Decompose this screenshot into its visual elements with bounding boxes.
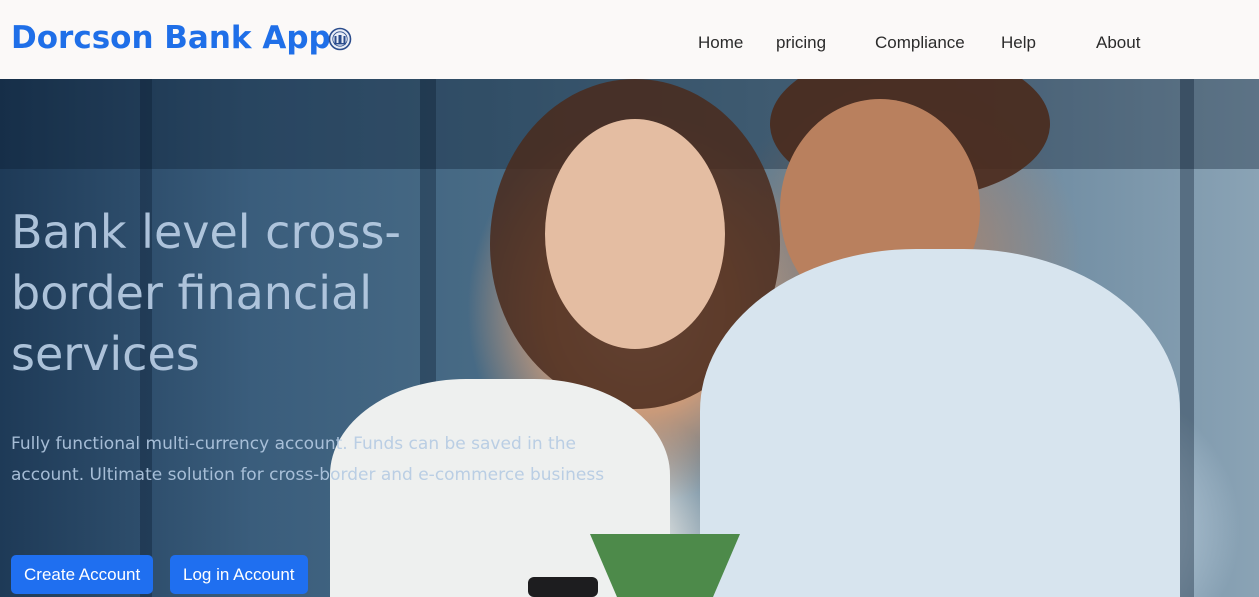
create-account-button[interactable]: Create Account [11, 555, 154, 594]
login-account-button[interactable]: Log in Account [170, 555, 308, 594]
brand-title[interactable]: Dorcson Bank App [11, 20, 331, 56]
nav-link-pricing[interactable]: pricing [776, 33, 826, 53]
navbar: Dorcson Bank App Home pricing Compliance… [0, 0, 1259, 79]
nav-link-home[interactable]: Home [698, 33, 743, 53]
bank-seal-icon [325, 25, 355, 52]
nav-link-help[interactable]: Help [1001, 33, 1036, 53]
nav-link-about[interactable]: About [1096, 33, 1140, 53]
hero-subtext: Fully functional multi-currency account.… [11, 434, 605, 485]
hero-section: Bank level cross-border financial servic… [0, 79, 1259, 597]
nav-link-compliance[interactable]: Compliance [875, 33, 965, 53]
hero-headline: Bank level cross-border financial servic… [11, 205, 402, 381]
